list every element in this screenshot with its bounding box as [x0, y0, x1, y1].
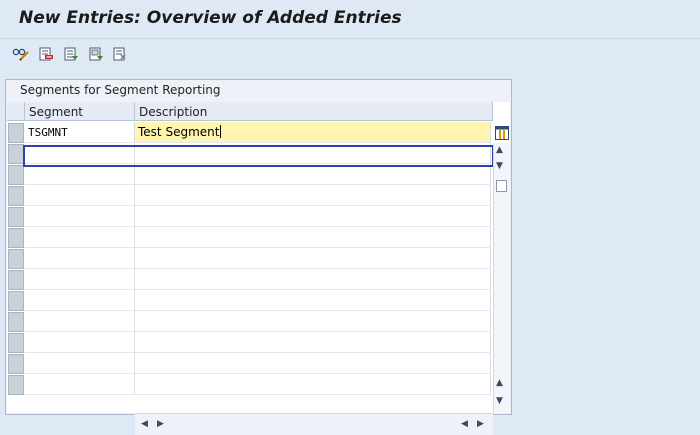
row-selector[interactable] — [8, 291, 24, 311]
segment-cell[interactable] — [25, 206, 135, 227]
row-selector[interactable] — [8, 249, 24, 269]
horizontal-scrollbar[interactable]: ◀ ▶ ◀ ▶ — [135, 413, 493, 435]
display-change-icon[interactable] — [12, 45, 30, 63]
column-header-description[interactable]: Description — [135, 102, 493, 121]
description-cell[interactable]: Test Segment — [135, 122, 491, 143]
row-selector[interactable] — [8, 375, 24, 395]
row-selector-header[interactable] — [7, 102, 25, 121]
scroll-right-end-icon[interactable]: ▶ — [477, 419, 484, 429]
segment-cell[interactable] — [25, 248, 135, 269]
select-block-icon[interactable] — [87, 45, 105, 63]
segment-cell[interactable] — [25, 164, 135, 185]
row-selector[interactable] — [8, 270, 24, 290]
scroll-down-bottom-icon[interactable]: ▼ — [496, 396, 503, 406]
table-settings-icon[interactable] — [494, 124, 509, 141]
page-title: New Entries: Overview of Added Entries — [19, 8, 402, 28]
scroll-down-icon[interactable]: ▼ — [496, 161, 503, 171]
segment-cell[interactable] — [25, 143, 135, 164]
scroll-left-end-icon[interactable]: ◀ — [461, 419, 468, 429]
segment-cell[interactable] — [25, 332, 135, 353]
row-selector[interactable] — [8, 165, 24, 185]
segment-cell[interactable] — [25, 290, 135, 311]
row-selector[interactable] — [8, 207, 24, 227]
panel-title: Segments for Segment Reporting — [20, 83, 221, 97]
description-cell[interactable] — [135, 353, 491, 374]
application-toolbar — [0, 39, 700, 69]
row-selector[interactable] — [8, 144, 24, 164]
segment-cell[interactable] — [25, 227, 135, 248]
description-cell[interactable] — [135, 143, 491, 164]
segment-cell[interactable] — [25, 269, 135, 290]
title-bar: New Entries: Overview of Added Entries — [0, 0, 700, 39]
segment-cell[interactable] — [25, 311, 135, 332]
segment-cell[interactable] — [25, 374, 135, 395]
row-selector[interactable] — [8, 354, 24, 374]
segment-cell[interactable] — [25, 185, 135, 206]
column-header-segment[interactable]: Segment — [25, 102, 135, 121]
scroll-up-icon[interactable]: ▲ — [496, 145, 503, 155]
delete-icon[interactable] — [37, 45, 55, 63]
row-selector[interactable] — [8, 228, 24, 248]
description-cell[interactable] — [135, 248, 491, 269]
select-all-icon[interactable] — [62, 45, 80, 63]
row-selector[interactable] — [8, 123, 24, 143]
segments-table: Segment Description TSGMNT Test Segment ▲… — [7, 102, 510, 435]
description-cell[interactable] — [135, 290, 491, 311]
text-cursor — [220, 125, 222, 138]
segment-cell[interactable]: TSGMNT — [25, 122, 135, 143]
scrollbar-thumb[interactable] — [496, 180, 507, 192]
vertical-scrollbar[interactable]: ▲ ▼ ▲ ▼ — [493, 143, 510, 413]
deselect-all-icon[interactable] — [111, 45, 129, 63]
description-cell[interactable] — [135, 185, 491, 206]
description-cell[interactable] — [135, 374, 491, 395]
description-cell[interactable] — [135, 311, 491, 332]
segments-panel: Segments for Segment Reporting Segment D… — [5, 79, 512, 435]
description-cell[interactable] — [135, 164, 491, 185]
segment-cell[interactable] — [25, 353, 135, 374]
description-cell[interactable] — [135, 206, 491, 227]
scroll-right-icon[interactable]: ▶ — [157, 419, 164, 429]
scroll-left-icon[interactable]: ◀ — [141, 419, 148, 429]
description-cell[interactable] — [135, 227, 491, 248]
description-cell[interactable] — [135, 269, 491, 290]
row-selector[interactable] — [8, 312, 24, 332]
description-cell[interactable] — [135, 332, 491, 353]
row-selector[interactable] — [8, 186, 24, 206]
scroll-up-bottom-icon[interactable]: ▲ — [496, 378, 503, 388]
segment-value: TSGMNT — [28, 126, 68, 139]
row-selector[interactable] — [8, 333, 24, 353]
description-value: Test Segment — [138, 125, 220, 139]
